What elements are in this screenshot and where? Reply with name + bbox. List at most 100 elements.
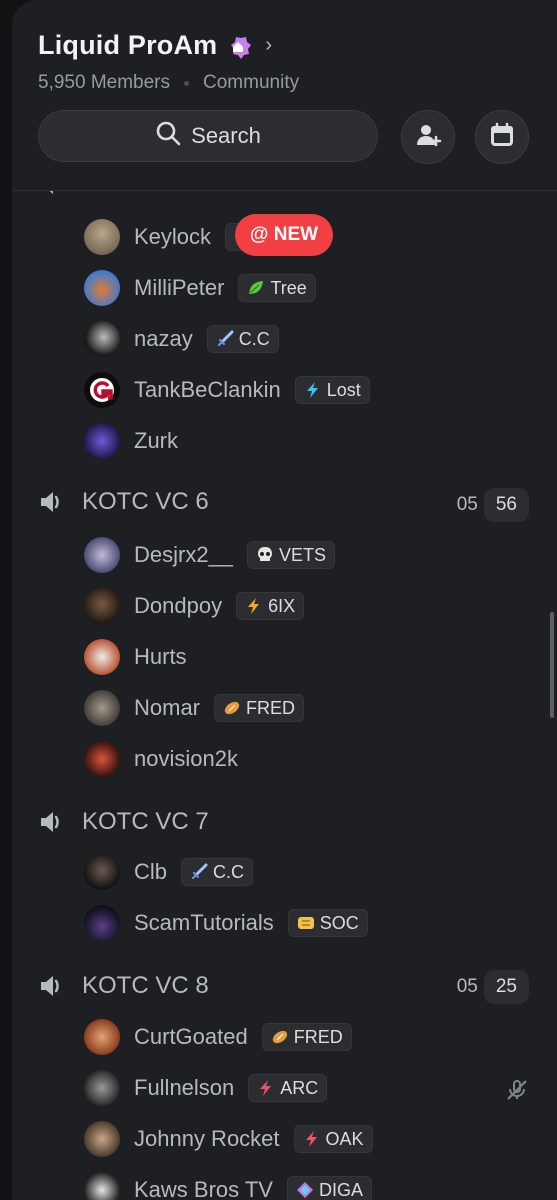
member-name: Kaws Bros TV: [134, 1177, 273, 1200]
search-icon: [155, 120, 181, 152]
tag-label: SOC: [319, 912, 359, 933]
skull-icon: [256, 546, 274, 564]
avatar: [84, 639, 120, 675]
counter-limit: 56: [483, 488, 529, 522]
server-header: Liquid ProAm › 5,950 Members Community S…: [12, 0, 557, 191]
lightning-icon: [304, 381, 322, 399]
member-name: Desjrx2__: [134, 542, 234, 567]
member-row[interactable]: Hurts: [84, 635, 201, 679]
diamond-icon: [296, 1181, 314, 1199]
member-row[interactable]: Nomar FRED: [84, 686, 305, 730]
add-user-icon: [414, 121, 442, 154]
member-name: novision2k: [134, 746, 238, 771]
chevron-right-icon: ›: [265, 34, 273, 56]
avatar: [84, 741, 120, 777]
invite-members-button[interactable]: [401, 110, 455, 164]
new-mentions-pill[interactable]: @ NEW: [235, 214, 333, 256]
member-row[interactable]: Keylock: [84, 215, 250, 259]
member-row[interactable]: Kaws Bros TV DIGA: [84, 1168, 372, 1200]
member-tag: VETS: [247, 541, 336, 569]
tag-label: 6IX: [268, 595, 296, 616]
tag-label: ARC: [280, 1077, 319, 1098]
muted-microphone-icon: [505, 1078, 529, 1102]
avatar: [84, 905, 120, 941]
channel-name: KOTC VC 6: [82, 488, 209, 515]
member-tag: Lost: [294, 376, 370, 404]
avatar: [84, 690, 120, 726]
member-row[interactable]: MilliPeter Tree: [84, 266, 316, 310]
scrollbar[interactable]: [550, 612, 554, 718]
member-row[interactable]: Johnny Rocket OAK: [84, 1117, 373, 1161]
member-name: Keylock: [134, 224, 212, 249]
member-tag: OAK: [293, 1125, 373, 1153]
boost-badge-icon: [225, 33, 252, 59]
member-name: Fullnelson: [134, 1075, 235, 1100]
avatar: [84, 1070, 120, 1106]
member-name: CurtGoated: [134, 1024, 248, 1049]
member-tag: C.C: [181, 858, 254, 886]
channel-panel: KOTC VC 5 Keylock @ NEW MilliPeter Tree …: [12, 0, 557, 1200]
sword-icon: [190, 863, 208, 881]
football-icon: [223, 699, 241, 717]
member-tag: C.C: [206, 325, 279, 353]
speaker-icon: [38, 808, 66, 836]
member-name: Johnny Rocket: [134, 1126, 280, 1151]
tag-label: VETS: [279, 544, 327, 565]
sword-icon: [216, 330, 234, 348]
tag-label: C.C: [213, 861, 245, 882]
channel-name: KOTC VC 8: [82, 972, 209, 999]
server-title[interactable]: Liquid ProAm ›: [38, 30, 272, 61]
avatar: [84, 1121, 120, 1157]
server-subline: 5,950 Members Community: [38, 72, 299, 94]
avatar: [84, 321, 120, 357]
member-tag: FRED: [261, 1023, 352, 1051]
member-row[interactable]: Clb C.C: [84, 850, 254, 894]
lightning-icon: [303, 1130, 321, 1148]
voice-channel-kotc-vc-6[interactable]: KOTC VC 6: [38, 488, 209, 516]
channel-name: KOTC VC 7: [82, 808, 209, 835]
user-limit-counter: 05 56: [445, 488, 529, 522]
member-row[interactable]: Fullnelson ARC: [84, 1066, 328, 1110]
member-row[interactable]: Dondpoy 6IX: [84, 584, 305, 628]
member-row[interactable]: ScamTutorials SOC: [84, 901, 368, 945]
member-name: MilliPeter: [134, 275, 225, 300]
voice-channel-kotc-vc-7[interactable]: KOTC VC 7: [38, 808, 209, 836]
member-tag: SOC: [287, 909, 368, 937]
member-row[interactable]: Desjrx2__ VETS: [84, 533, 336, 577]
server-type: Community: [203, 72, 300, 93]
avatar: [84, 588, 120, 624]
tag-label: Lost: [326, 379, 361, 400]
speaker-icon: [38, 488, 66, 516]
coin-icon: [297, 914, 315, 932]
search-button[interactable]: Search: [38, 110, 378, 162]
separator-dot: [184, 80, 190, 86]
member-tag: FRED: [214, 694, 305, 722]
member-name: Clb: [134, 859, 168, 884]
member-tag: 6IX: [236, 592, 305, 620]
football-icon: [271, 1028, 289, 1046]
member-name: Dondpoy: [134, 593, 223, 618]
avatar: [84, 372, 120, 408]
counter-limit: 25: [483, 970, 529, 1004]
member-row[interactable]: nazay C.C: [84, 317, 279, 361]
member-tag: Tree: [238, 274, 316, 302]
member-tag: DIGA: [286, 1176, 372, 1200]
member-name: ScamTutorials: [134, 910, 274, 935]
avatar: [84, 537, 120, 573]
search-label: Search: [191, 123, 261, 148]
avatar: [84, 270, 120, 306]
member-name: Hurts: [134, 644, 187, 669]
avatar: [84, 423, 120, 459]
member-row[interactable]: CurtGoated FRED: [84, 1015, 352, 1059]
server-name: Liquid ProAm: [38, 30, 218, 60]
member-name: nazay: [134, 326, 193, 351]
tag-label: FRED: [246, 697, 296, 718]
lightning-icon: [245, 597, 263, 615]
member-row[interactable]: TankBeClankin Lost: [84, 368, 370, 412]
events-button[interactable]: [475, 110, 529, 164]
tag-label: FRED: [293, 1026, 343, 1047]
member-tag: ARC: [248, 1074, 328, 1102]
member-row[interactable]: Zurk: [84, 419, 192, 463]
member-row[interactable]: novision2k: [84, 737, 252, 781]
voice-channel-kotc-vc-8[interactable]: KOTC VC 8: [38, 972, 209, 1000]
